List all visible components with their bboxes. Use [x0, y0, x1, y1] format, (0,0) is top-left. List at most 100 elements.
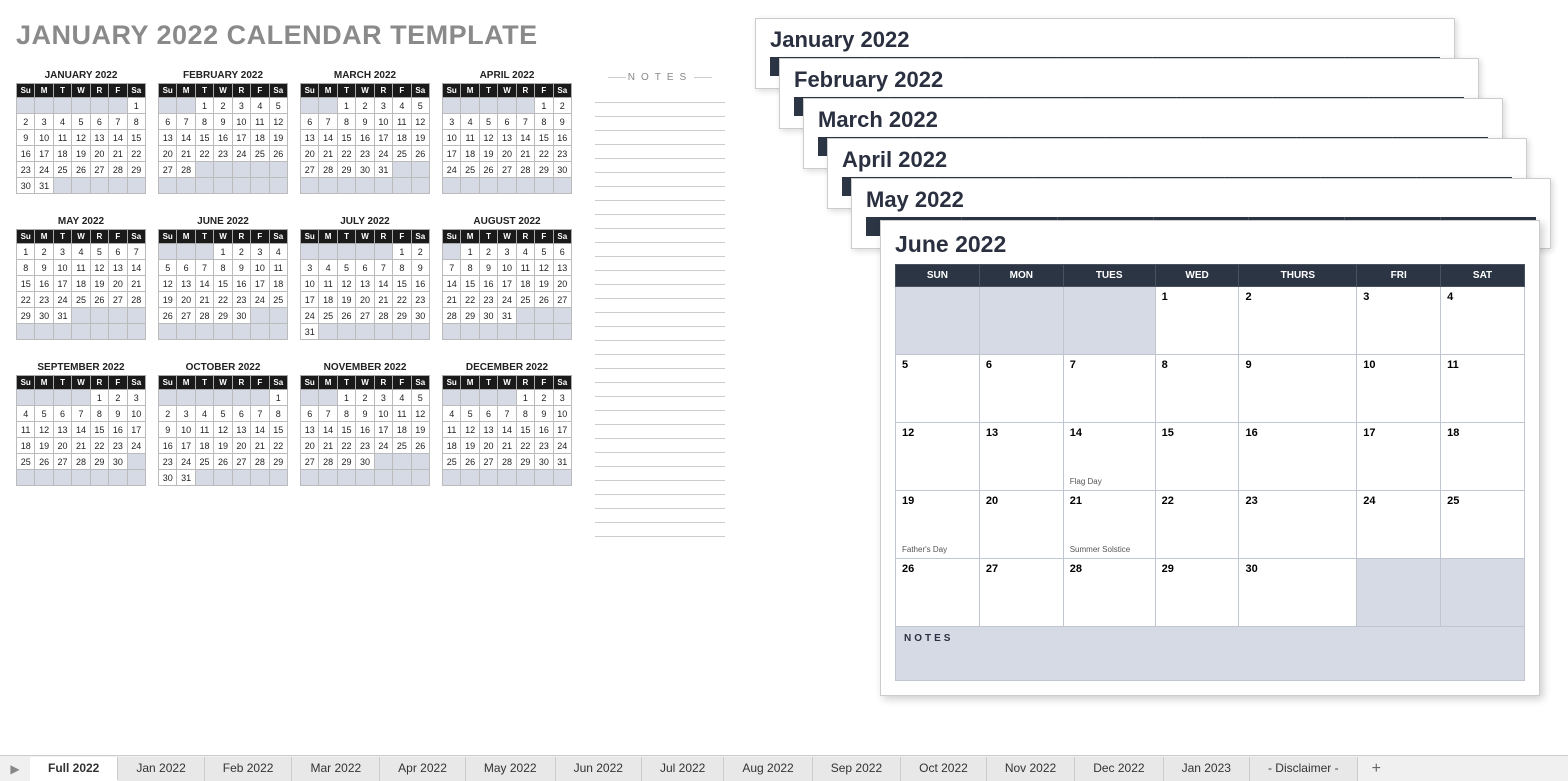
note-line[interactable] [595, 271, 725, 285]
notes-panel: NOTES [595, 72, 725, 537]
june-day-cell[interactable]: 2 [1239, 287, 1357, 355]
sheet-tab[interactable]: Jan 2023 [1164, 757, 1250, 781]
june-day-cell[interactable]: 10 [1357, 355, 1441, 423]
note-line[interactable] [595, 243, 725, 257]
june-day-cell[interactable] [979, 287, 1063, 355]
june-day-header: WED [1155, 265, 1239, 287]
note-line[interactable] [595, 285, 725, 299]
note-line[interactable] [595, 145, 725, 159]
note-line[interactable] [595, 187, 725, 201]
sheet-tab[interactable]: Aug 2022 [724, 757, 812, 781]
mini-month-title: JUNE 2022 [158, 216, 288, 227]
sheet-tab[interactable]: Jan 2022 [118, 757, 204, 781]
mini-month-title: MARCH 2022 [300, 70, 430, 81]
june-notes[interactable]: NOTES [895, 627, 1525, 681]
tab-scroll-button[interactable]: ▶ [0, 762, 30, 776]
sheet-tab[interactable]: Jun 2022 [556, 757, 642, 781]
sheet-tab[interactable]: Full 2022 [30, 757, 118, 781]
note-line[interactable] [595, 89, 725, 103]
note-line[interactable] [595, 299, 725, 313]
note-line[interactable] [595, 523, 725, 537]
june-day-cell[interactable]: 23 [1239, 491, 1357, 559]
month-card-title: March 2022 [818, 107, 1488, 133]
mini-month-title: JULY 2022 [300, 216, 430, 227]
note-line[interactable] [595, 425, 725, 439]
note-line[interactable] [595, 369, 725, 383]
note-line[interactable] [595, 327, 725, 341]
june-day-cell[interactable]: 16 [1239, 423, 1357, 491]
sheet-tab[interactable]: Jul 2022 [642, 757, 724, 781]
note-line[interactable] [595, 201, 725, 215]
june-day-cell[interactable]: 11 [1441, 355, 1525, 423]
june-day-cell[interactable] [1357, 559, 1441, 627]
june-day-cell[interactable]: 25 [1441, 491, 1525, 559]
mini-month: OCTOBER 2022SuMTWRFSa1234567891011121314… [158, 362, 288, 486]
june-day-cell[interactable]: 4 [1441, 287, 1525, 355]
add-sheet-button[interactable]: + [1358, 760, 1395, 778]
sheet-tab[interactable]: Sep 2022 [813, 757, 901, 781]
note-line[interactable] [595, 495, 725, 509]
note-line[interactable] [595, 467, 725, 481]
june-day-cell[interactable]: 24 [1357, 491, 1441, 559]
june-day-cell[interactable]: 17 [1357, 423, 1441, 491]
june-day-cell[interactable] [1441, 559, 1525, 627]
june-day-cell[interactable]: 21Summer Solstice [1063, 491, 1155, 559]
mini-month-title: APRIL 2022 [442, 70, 572, 81]
sheet-tab[interactable]: Mar 2022 [292, 757, 380, 781]
note-line[interactable] [595, 159, 725, 173]
june-day-cell[interactable]: 27 [979, 559, 1063, 627]
year-overview: JANUARY 2022SuMTWRFSa1234567891011121314… [16, 70, 586, 508]
note-line[interactable] [595, 257, 725, 271]
note-line[interactable] [595, 355, 725, 369]
note-line[interactable] [595, 481, 725, 495]
note-line[interactable] [595, 313, 725, 327]
june-day-cell[interactable]: 20 [979, 491, 1063, 559]
june-day-cell[interactable]: 29 [1155, 559, 1239, 627]
june-day-cell[interactable]: 19Father's Day [896, 491, 980, 559]
june-day-cell[interactable]: 13 [979, 423, 1063, 491]
note-line[interactable] [595, 131, 725, 145]
june-day-cell[interactable]: 5 [896, 355, 980, 423]
june-day-cell[interactable]: 8 [1155, 355, 1239, 423]
june-day-cell[interactable]: 9 [1239, 355, 1357, 423]
june-day-cell[interactable]: 18 [1441, 423, 1525, 491]
note-line[interactable] [595, 383, 725, 397]
sheet-tab[interactable]: Oct 2022 [901, 757, 987, 781]
june-day-cell[interactable]: 7 [1063, 355, 1155, 423]
sheet-tab[interactable]: Apr 2022 [380, 757, 466, 781]
june-day-cell[interactable]: 26 [896, 559, 980, 627]
note-line[interactable] [595, 509, 725, 523]
june-day-cell[interactable]: 28 [1063, 559, 1155, 627]
june-day-cell[interactable]: 1 [1155, 287, 1239, 355]
june-day-cell[interactable]: 30 [1239, 559, 1357, 627]
june-day-cell[interactable]: 12 [896, 423, 980, 491]
note-line[interactable] [595, 229, 725, 243]
sheet-tab[interactable]: Dec 2022 [1075, 757, 1163, 781]
sheet-tab[interactable]: Feb 2022 [205, 757, 293, 781]
june-day-cell[interactable]: 15 [1155, 423, 1239, 491]
note-line[interactable] [595, 439, 725, 453]
note-line[interactable] [595, 453, 725, 467]
june-day-header: SAT [1441, 265, 1525, 287]
sheet-tab[interactable]: May 2022 [466, 757, 556, 781]
sheet-tab[interactable]: - Disclaimer - [1250, 757, 1358, 781]
note-line[interactable] [595, 215, 725, 229]
notes-heading: NOTES [595, 72, 725, 83]
june-day-cell[interactable] [896, 287, 980, 355]
note-line[interactable] [595, 117, 725, 131]
june-day-cell[interactable]: 3 [1357, 287, 1441, 355]
note-line[interactable] [595, 411, 725, 425]
sheet-tab[interactable]: Nov 2022 [987, 757, 1075, 781]
note-line[interactable] [595, 103, 725, 117]
sheet-tab-strip: ▶ Full 2022Jan 2022Feb 2022Mar 2022Apr 2… [0, 755, 1568, 781]
june-day-cell[interactable] [1063, 287, 1155, 355]
mini-month-title: FEBRUARY 2022 [158, 70, 288, 81]
june-day-cell[interactable]: 6 [979, 355, 1063, 423]
note-line[interactable] [595, 397, 725, 411]
june-day-cell[interactable]: 14Flag Day [1063, 423, 1155, 491]
june-day-cell[interactable]: 22 [1155, 491, 1239, 559]
note-line[interactable] [595, 341, 725, 355]
page-title: JANUARY 2022 CALENDAR TEMPLATE [16, 20, 538, 51]
note-line[interactable] [595, 173, 725, 187]
month-card-title: February 2022 [794, 67, 1464, 93]
